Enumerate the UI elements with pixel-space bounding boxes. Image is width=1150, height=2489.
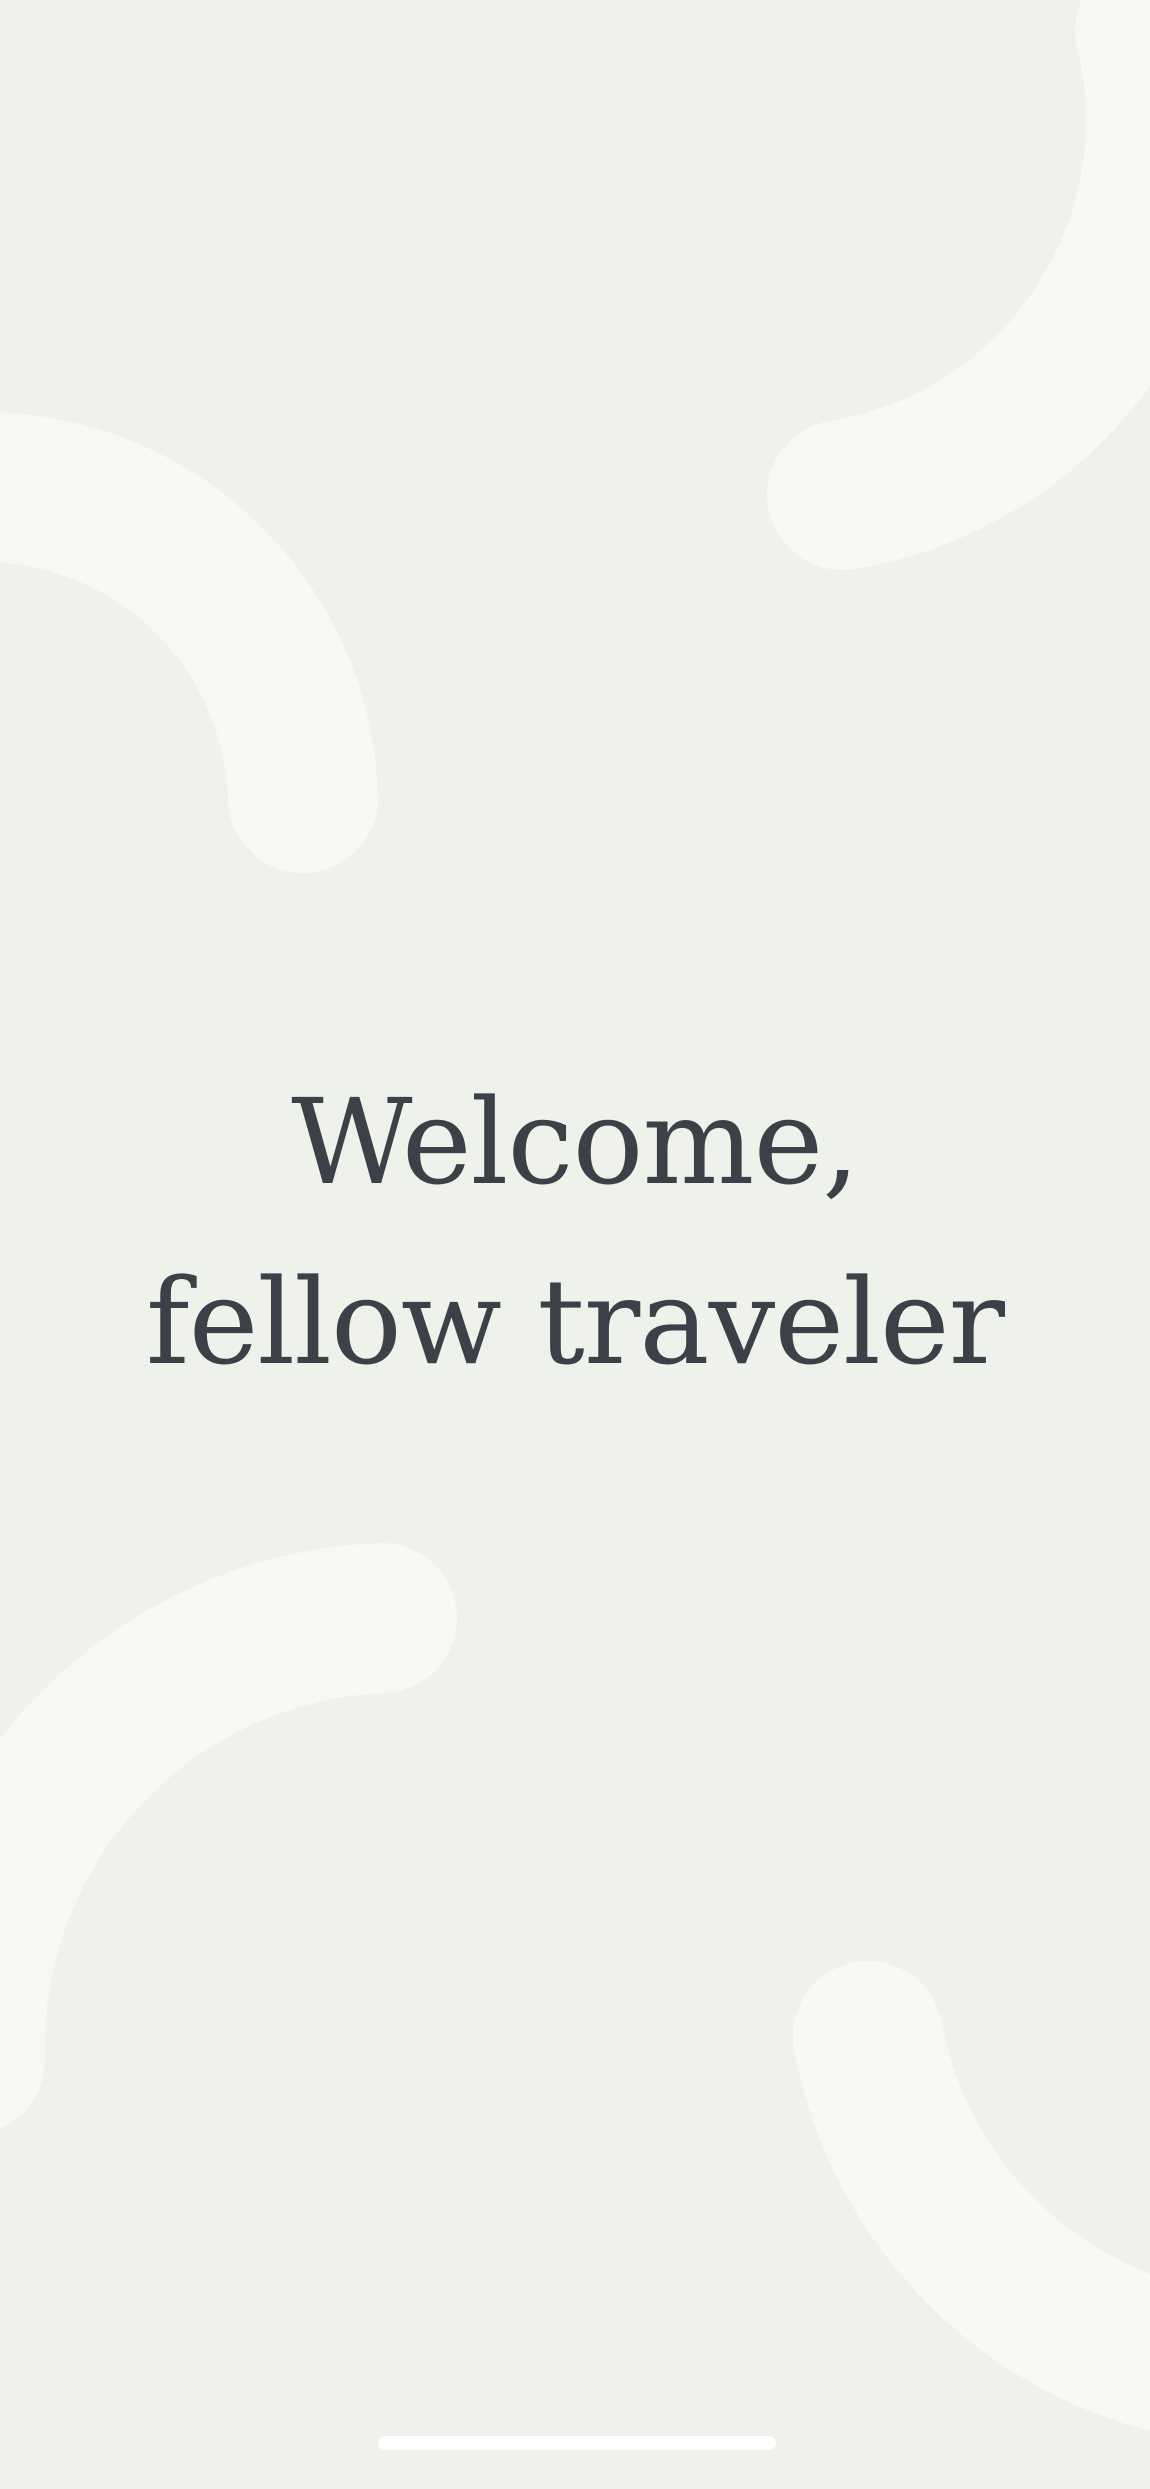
- arc-lower-left: [0, 1543, 457, 2129]
- arc-bottom-right: [793, 1961, 1150, 2431]
- welcome-line-2: fellow traveler: [145, 1253, 1005, 1391]
- welcome-line-1: Welcome,: [291, 1073, 860, 1211]
- welcome-screen: Welcome, fellow traveler: [0, 0, 1150, 2489]
- arc-top-right: [767, 0, 1150, 570]
- welcome-heading: Welcome, fellow traveler: [0, 1052, 1150, 1412]
- home-indicator[interactable]: [378, 2436, 776, 2450]
- arc-upper-left: [0, 412, 378, 873]
